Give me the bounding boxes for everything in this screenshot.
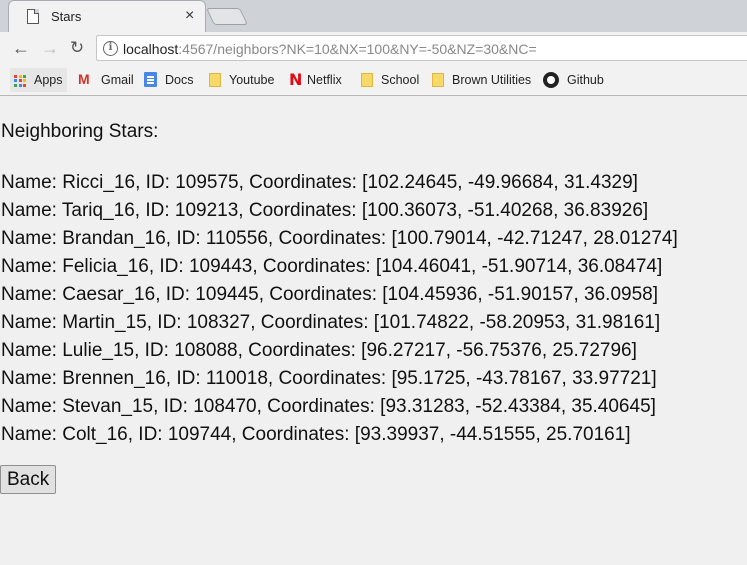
url-text[interactable]: localhost:4567/neighbors?NK=10&NX=100&NY… bbox=[123, 41, 537, 57]
star-row: Name: Caesar_16, ID: 109445, Coordinates… bbox=[1, 284, 659, 305]
bookmark-label: School bbox=[381, 73, 420, 87]
folder-icon bbox=[209, 72, 221, 87]
forward-arrow-icon[interactable]: → bbox=[40, 38, 60, 58]
bookmark-label: Apps bbox=[34, 73, 63, 87]
github-icon bbox=[543, 71, 559, 88]
url-path: :4567/neighbors?NK=10&NX=100&NY=-50&NZ=3… bbox=[178, 41, 537, 57]
star-row: Name: Lulie_15, ID: 108088, Coordinates:… bbox=[1, 340, 637, 361]
page-icon bbox=[27, 9, 39, 24]
bookmark-gmail[interactable]: M Gmail bbox=[78, 68, 134, 92]
star-row: Name: Tariq_16, ID: 109213, Coordinates:… bbox=[1, 200, 649, 221]
bookmark-label: Docs bbox=[165, 73, 194, 87]
back-arrow-icon[interactable]: ← bbox=[11, 38, 31, 58]
url-host: localhost bbox=[123, 41, 179, 57]
address-bar[interactable]: i localhost:4567/neighbors?NK=10&NX=100&… bbox=[96, 35, 747, 61]
star-row: Name: Ricci_16, ID: 109575, Coordinates:… bbox=[1, 172, 638, 193]
bookmark-youtube[interactable]: Youtube bbox=[209, 68, 274, 92]
bookmark-label: Gmail bbox=[101, 73, 134, 87]
star-row: Name: Martin_15, ID: 108327, Coordinates… bbox=[1, 312, 661, 333]
bookmark-label: Youtube bbox=[229, 73, 275, 87]
star-row: Name: Felicia_16, ID: 109443, Coordinate… bbox=[1, 256, 663, 277]
bookmark-github[interactable]: Github bbox=[543, 68, 604, 92]
bookmark-label: Github bbox=[567, 73, 604, 87]
bookmark-docs[interactable]: Docs bbox=[144, 68, 193, 92]
bookmark-label: Netflix bbox=[307, 73, 342, 87]
bookmark-netflix[interactable]: N Netflix bbox=[289, 68, 342, 92]
page-content: Neighboring Stars: Name: Ricci_16, ID: 1… bbox=[0, 97, 747, 565]
bookmark-label: Brown Utilities bbox=[452, 73, 532, 87]
docs-icon bbox=[144, 72, 157, 88]
bookmark-apps[interactable]: Apps bbox=[10, 68, 67, 92]
close-tab-icon[interactable]: × bbox=[185, 7, 194, 25]
star-row: Name: Stevan_15, ID: 108470, Coordinates… bbox=[1, 396, 656, 417]
bookmarks-bar: Apps M Gmail Docs Youtube N Netflix School… bbox=[0, 64, 747, 96]
gmail-icon: M bbox=[78, 71, 90, 88]
bookmark-brown-utilities[interactable]: Brown Utilities bbox=[432, 68, 531, 92]
bookmark-school[interactable]: School bbox=[361, 68, 419, 92]
star-row: Name: Colt_16, ID: 109744, Coordinates: … bbox=[1, 424, 631, 445]
tab-stars[interactable]: Stars × bbox=[8, 0, 206, 32]
reload-icon[interactable]: ↻ bbox=[67, 38, 87, 58]
info-icon[interactable]: i bbox=[103, 41, 118, 56]
folder-icon bbox=[432, 72, 444, 87]
star-row: Name: Brandan_16, ID: 110556, Coordinate… bbox=[1, 228, 678, 249]
star-row: Name: Brennen_16, ID: 110018, Coordinate… bbox=[1, 368, 657, 389]
apps-grid-icon bbox=[14, 74, 26, 87]
netflix-icon: N bbox=[289, 69, 303, 89]
new-tab-button[interactable] bbox=[206, 8, 248, 25]
folder-icon bbox=[361, 72, 373, 87]
page-heading: Neighboring Stars: bbox=[1, 121, 159, 142]
tab-title: Stars bbox=[51, 9, 82, 24]
toolbar: ← → ↻ i localhost:4567/neighbors?NK=10&N… bbox=[0, 32, 747, 64]
tab-strip: Stars × bbox=[0, 0, 747, 32]
star-list: Name: Ricci_16, ID: 109575, Coordinates:… bbox=[1, 169, 678, 449]
back-button[interactable]: Back bbox=[0, 465, 57, 494]
